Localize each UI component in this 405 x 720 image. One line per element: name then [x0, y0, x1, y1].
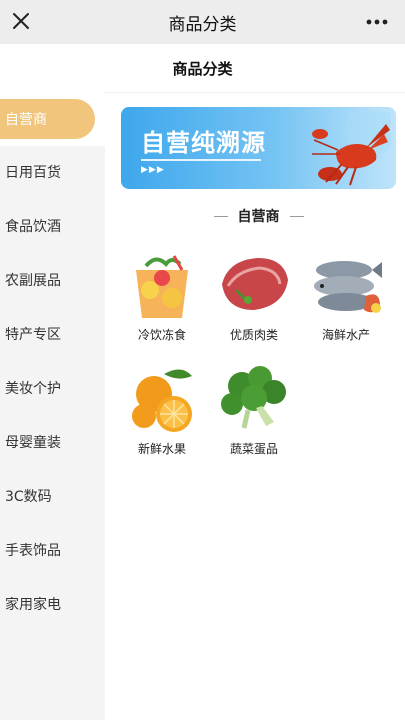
sidebar-item-label: 家用家电	[5, 597, 61, 613]
section-title: 自营商	[121, 206, 396, 226]
product-seafood[interactable]: 海鲜水产	[306, 250, 386, 350]
product-label: 蔬菜蛋品	[229, 442, 278, 456]
meat-icon	[222, 258, 288, 310]
sidebar-item-label: 特产专区	[5, 327, 61, 343]
product-vegetables[interactable]: 蔬菜蛋品	[214, 364, 294, 464]
title-dash-right	[289, 215, 304, 217]
product-label: 新鲜水果	[137, 442, 186, 456]
sidebar-item-label: 手表饰品	[5, 543, 61, 559]
title-dash-left	[213, 215, 228, 217]
sidebar-item-appliances[interactable]: 家用家电	[0, 584, 105, 624]
top-bar: 商品分类	[0, 0, 405, 44]
banner-arrows: ▶▶▶	[141, 165, 165, 175]
broccoli-icon	[221, 366, 286, 429]
section-title-text: 自营商	[237, 209, 280, 225]
sidebar-item-label: 美妆个护	[5, 381, 61, 397]
sidebar-item-label: 日用百货	[5, 165, 61, 181]
sidebar-item-watches[interactable]: 手表饰品	[0, 530, 105, 570]
sidebar-item-label: 自营商	[5, 112, 47, 128]
banner-underline	[141, 159, 261, 161]
sidebar-item-food-drinks[interactable]: 食品饮酒	[0, 206, 105, 246]
product-iced-drinks[interactable]: 冷饮冻食	[122, 250, 202, 350]
sidebar-item-digital[interactable]: 3C数码	[0, 476, 105, 516]
product-fruit[interactable]: 新鲜水果	[122, 364, 202, 464]
page-header: 商品分类	[0, 44, 405, 93]
sidebar-item-self-operated[interactable]: 自营商	[0, 99, 95, 139]
product-label: 冷饮冻食	[137, 328, 186, 342]
close-icon[interactable]	[8, 8, 36, 36]
product-label: 海鲜水产	[321, 328, 370, 342]
sidebar-item-specialty[interactable]: 特产专区	[0, 314, 105, 354]
sidebar-item-label: 农副展品	[5, 273, 61, 289]
sidebar-item-beauty[interactable]: 美妆个护	[0, 368, 105, 408]
fish-icon	[314, 261, 382, 313]
sidebar-item-baby[interactable]: 母婴童装	[0, 422, 105, 462]
sidebar-item-label: 3C数码	[5, 489, 52, 505]
promo-banner[interactable]: 自营纯溯源 ▶▶▶	[121, 107, 396, 189]
sidebar-item-agricultural[interactable]: 农副展品	[0, 260, 105, 300]
product-meat[interactable]: 优质肉类	[214, 250, 294, 350]
orange-icon	[132, 369, 192, 432]
sidebar-item-daily-goods[interactable]: 日用百货	[0, 152, 105, 192]
banner-text: 自营纯溯源	[141, 129, 266, 157]
page-title: 商品分类	[172, 59, 233, 78]
sidebar-item-label: 母婴童装	[5, 435, 61, 451]
iced-drink-icon	[136, 255, 188, 318]
sidebar-item-label: 食品饮酒	[5, 219, 61, 235]
more-options-icon[interactable]	[365, 18, 389, 26]
window-title: 商品分类	[168, 14, 237, 35]
lobster-icon	[312, 112, 391, 186]
product-label: 优质肉类	[229, 328, 278, 342]
